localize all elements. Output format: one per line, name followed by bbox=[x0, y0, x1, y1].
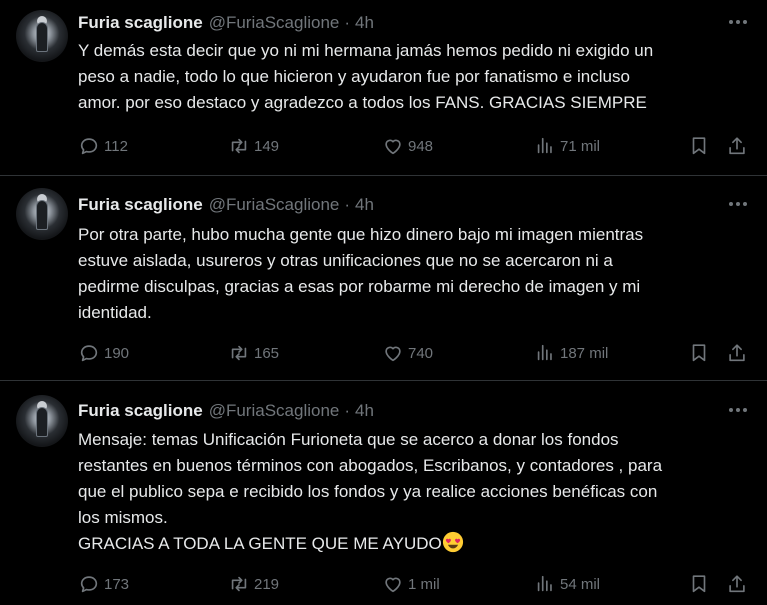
retweet-button[interactable]: 149 bbox=[228, 135, 279, 157]
reply-button[interactable]: 190 bbox=[78, 342, 129, 364]
retweet-icon bbox=[231, 345, 247, 361]
author-handle[interactable]: @FuriaScaglione bbox=[209, 13, 340, 33]
tweet-header: Furia scaglione @FuriaScaglione · 4h bbox=[78, 11, 374, 35]
tweet[interactable]: Furia scaglione @FuriaScaglione · 4h Y d… bbox=[0, 0, 767, 175]
views-count: 187 mil bbox=[560, 344, 609, 362]
tweet[interactable]: Furia scaglione @FuriaScaglione · 4h Por… bbox=[0, 176, 767, 380]
avatar[interactable] bbox=[16, 395, 68, 447]
heart-eyes-emoji-icon bbox=[442, 531, 463, 553]
author-handle[interactable]: @FuriaScaglione bbox=[209, 195, 340, 215]
like-icon bbox=[385, 346, 401, 362]
reply-button[interactable]: 173 bbox=[78, 573, 129, 595]
tweet-actions: 112 149 948 71 mil bbox=[78, 135, 758, 157]
views-icon bbox=[537, 137, 552, 154]
more-dots-icon[interactable] bbox=[725, 400, 751, 420]
retweet-count: 149 bbox=[254, 137, 280, 155]
retweet-icon bbox=[231, 576, 247, 592]
share-button[interactable] bbox=[726, 342, 748, 364]
share-icon bbox=[729, 137, 745, 155]
tweet-header: Furia scaglione @FuriaScaglione · 4h bbox=[78, 193, 374, 217]
views-button[interactable]: 54 mil bbox=[534, 573, 600, 595]
views-count: 71 mil bbox=[560, 137, 601, 155]
reply-icon bbox=[80, 345, 98, 362]
timestamp[interactable]: 4h bbox=[355, 13, 374, 33]
bookmark-button[interactable] bbox=[688, 135, 710, 157]
retweet-button[interactable]: 165 bbox=[228, 342, 279, 364]
more-dots-icon[interactable] bbox=[725, 12, 751, 32]
tweet-text: Por otra parte, hubo mucha gente que hiz… bbox=[78, 225, 644, 322]
avatar[interactable] bbox=[16, 10, 68, 62]
views-count: 54 mil bbox=[560, 575, 601, 593]
like-button[interactable]: 740 bbox=[382, 342, 433, 364]
timestamp[interactable]: 4h bbox=[355, 195, 374, 215]
author-handle[interactable]: @FuriaScaglione bbox=[209, 401, 340, 421]
share-button[interactable] bbox=[726, 573, 748, 595]
reply-button[interactable]: 112 bbox=[78, 135, 128, 157]
more-dots-icon[interactable] bbox=[725, 194, 751, 214]
retweet-count: 165 bbox=[254, 344, 280, 362]
bookmark-icon bbox=[692, 344, 706, 362]
bookmark-icon bbox=[692, 575, 706, 593]
bookmark-button[interactable] bbox=[688, 573, 710, 595]
like-icon bbox=[385, 139, 401, 155]
separator: · bbox=[344, 195, 351, 214]
avatar[interactable] bbox=[16, 188, 68, 240]
views-button[interactable]: 71 mil bbox=[534, 135, 600, 157]
like-button[interactable]: 948 bbox=[382, 135, 433, 157]
bookmark-button[interactable] bbox=[688, 342, 710, 364]
share-button[interactable] bbox=[726, 135, 748, 157]
share-icon bbox=[729, 575, 745, 593]
like-count: 948 bbox=[408, 137, 434, 155]
tweet[interactable]: Furia scaglione @FuriaScaglione · 4h Men… bbox=[0, 381, 767, 605]
retweet-button[interactable]: 219 bbox=[228, 573, 279, 595]
views-icon bbox=[537, 575, 552, 592]
tweet-text: Y demás esta decir que yo ni mi hermana … bbox=[78, 41, 654, 112]
tweet-header: Furia scaglione @FuriaScaglione · 4h bbox=[78, 399, 374, 423]
like-icon bbox=[385, 577, 401, 593]
like-count: 1 mil bbox=[408, 575, 440, 593]
retweet-icon bbox=[231, 138, 247, 154]
separator: · bbox=[344, 13, 351, 32]
author-name[interactable]: Furia scaglione bbox=[78, 195, 203, 215]
author-name[interactable]: Furia scaglione bbox=[78, 401, 203, 421]
tweet-text: Mensaje: temas Unificación Furioneta que… bbox=[78, 427, 748, 557]
tweet-actions: 190 165 740 187 mil bbox=[78, 342, 758, 364]
bookmark-icon bbox=[692, 137, 706, 155]
reply-count: 190 bbox=[104, 344, 130, 362]
share-icon bbox=[729, 344, 745, 362]
views-icon bbox=[537, 344, 552, 361]
author-name[interactable]: Furia scaglione bbox=[78, 13, 203, 33]
reply-icon bbox=[80, 576, 98, 593]
separator: · bbox=[344, 401, 351, 420]
views-button[interactable]: 187 mil bbox=[534, 342, 608, 364]
reply-count: 173 bbox=[104, 575, 130, 593]
retweet-count: 219 bbox=[254, 575, 280, 593]
reply-count: 112 bbox=[104, 137, 128, 155]
timestamp[interactable]: 4h bbox=[355, 401, 374, 421]
like-count: 740 bbox=[408, 344, 434, 362]
like-button[interactable]: 1 mil bbox=[382, 573, 440, 595]
tweet-text-body: Mensaje: temas Unificación Furioneta que… bbox=[78, 430, 663, 553]
tweet-actions: 173 219 1 mil 54 mil bbox=[78, 573, 758, 595]
reply-icon bbox=[80, 138, 98, 155]
